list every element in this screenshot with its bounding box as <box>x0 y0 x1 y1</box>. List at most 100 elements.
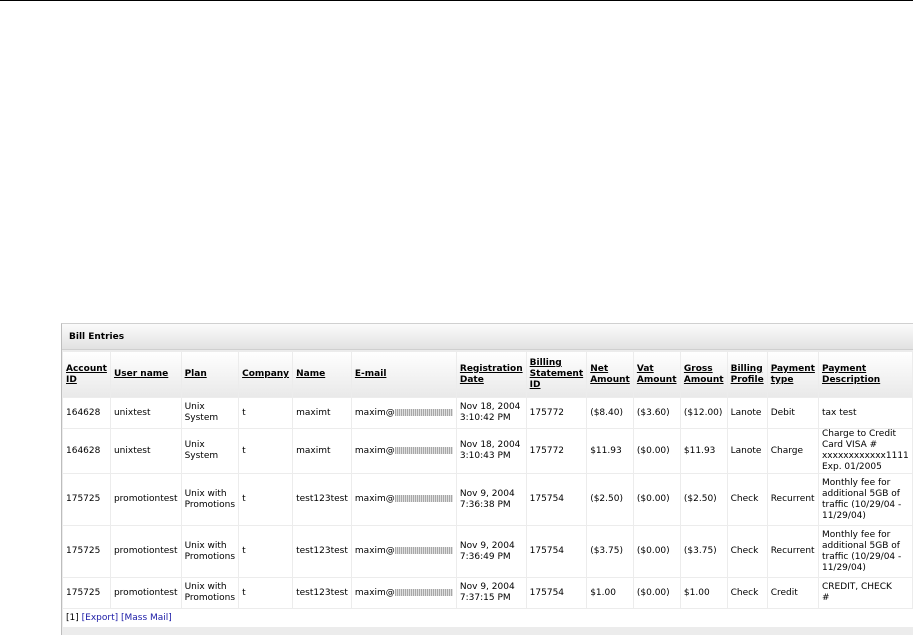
table-row[interactable]: 175725 promotiontest Unix with Promotions t t… <box>63 474 912 525</box>
registration-date-cell: Nov 18, 2004 3:10:43 PM <box>456 429 526 473</box>
cell-line: Nov 18, 2004 <box>459 402 521 412</box>
payment-type-cell: Recurrent <box>767 474 818 525</box>
table-row[interactable]: 175725 promotiontest Unix with Promotions t t… <box>63 578 912 608</box>
name-cell: test123test <box>293 526 351 577</box>
mass-mail-link[interactable]: [Mass Mail] <box>121 613 172 623</box>
cell-line: 11/29/04) <box>821 562 866 573</box>
header-label: Amount <box>590 374 630 385</box>
statement-id-cell: 175754 <box>526 526 587 577</box>
panel-title: Bill Entries <box>62 324 913 350</box>
billing-profile-cell: Lanote <box>727 398 767 428</box>
table-row[interactable]: 164628 unixtest Unix System t maximt maxim@ Nov… <box>63 429 912 473</box>
gross-amount-cell: ($3.75) <box>680 526 727 577</box>
cell-line: Unix <box>184 402 205 412</box>
plan-cell: Unix System <box>181 398 239 428</box>
user-name-cell: promotiontest <box>110 526 181 577</box>
col-plan-header[interactable]: Plan <box>181 352 239 397</box>
email-cell: maxim@ <box>351 474 456 525</box>
payment-description-cell: Monthly fee for additional 5GB of traffic … <box>818 526 912 577</box>
plan-cell: Unix with Promotions <box>181 578 239 608</box>
header-label: Description <box>821 374 881 385</box>
plan-cell: Unix with Promotions <box>181 474 239 525</box>
cell-line: 3:10:42 PM <box>459 413 511 423</box>
bill-entries-panel: Bill Entries Account ID User name Plan Compa… <box>61 323 913 635</box>
gross-amount-cell: $11.93 <box>680 429 727 473</box>
cell-line: Unix with <box>184 582 227 592</box>
col-payment-type-header[interactable]: Payment type <box>767 352 818 397</box>
col-account-id-header[interactable]: Account ID <box>63 352 110 397</box>
statement-id-cell: 175754 <box>526 578 587 608</box>
header-label: Vat <box>636 363 654 374</box>
email-cell: maxim@ <box>351 398 456 428</box>
payment-type-cell: Charge <box>767 429 818 473</box>
statement-id-cell: 175772 <box>526 429 587 473</box>
registration-date-cell: Nov 9, 2004 7:37:15 PM <box>456 578 526 608</box>
col-registration-date-header[interactable]: Registration Date <box>456 352 526 397</box>
col-vat-amount-header[interactable]: Vat Amount <box>633 352 680 397</box>
company-cell: t <box>239 398 293 428</box>
email-prefix: maxim@ <box>354 494 395 504</box>
col-gross-amount-header[interactable]: Gross Amount <box>680 352 727 397</box>
payment-description-cell: tax test <box>818 398 912 428</box>
statement-id-cell: 175754 <box>526 474 587 525</box>
col-user-name-header[interactable]: User name <box>110 352 181 397</box>
bill-entries-table: Account ID User name Plan Company Name E-mail R… <box>62 351 913 609</box>
plan-cell: Unix with Promotions <box>181 526 239 577</box>
col-email-header[interactable]: E-mail <box>351 352 456 397</box>
cell-line: Card VISA # <box>821 440 878 450</box>
billing-profile-cell: Lanote <box>727 429 767 473</box>
company-cell: t <box>239 526 293 577</box>
cell-line: 7:36:38 PM <box>459 499 511 510</box>
cell-line: Unix with <box>184 488 227 499</box>
payment-description-cell: CREDIT, CHECK # <box>818 578 912 608</box>
cell-line: traffic (10/29/04 - <box>821 499 902 510</box>
export-link[interactable]: [Export] <box>82 613 118 623</box>
table-row[interactable]: 164628 unixtest Unix System t maximt maxim@ Nov… <box>63 398 912 428</box>
header-label: Payment <box>821 363 867 374</box>
table-row[interactable]: 175725 promotiontest Unix with Promotions t t… <box>63 526 912 577</box>
cell-line: Monthly fee for <box>821 477 891 488</box>
company-cell: t <box>239 474 293 525</box>
header-label: Billing <box>730 363 763 374</box>
header-label: E-mail <box>354 369 387 379</box>
col-billing-statement-id-header[interactable]: Billing Statement ID <box>526 352 587 397</box>
cell-line: Promotions <box>184 593 236 603</box>
registration-date-cell: Nov 9, 2004 7:36:49 PM <box>456 526 526 577</box>
vat-amount-cell: ($0.00) <box>633 578 680 608</box>
col-company-header[interactable]: Company <box>239 352 293 397</box>
registration-date-cell: Nov 18, 2004 3:10:42 PM <box>456 398 526 428</box>
redacted-email-mask <box>394 408 453 416</box>
col-name-header[interactable]: Name <box>293 352 351 397</box>
header-label: Net <box>590 363 609 374</box>
cell-line: Monthly fee for <box>821 529 891 540</box>
payment-type-cell: Debit <box>767 398 818 428</box>
vat-amount-cell: ($0.00) <box>633 474 680 525</box>
cell-line: 7:36:49 PM <box>459 551 511 562</box>
cell-line: xxxxxxxxxxxx1111 <box>821 451 909 461</box>
cell-line: additional 5GB of <box>821 488 900 499</box>
net-amount-cell: ($8.40) <box>587 398 633 428</box>
name-cell: maximt <box>293 398 351 428</box>
header-label: Name <box>296 369 326 379</box>
cell-line: Promotions <box>184 551 236 562</box>
cell-line: Charge to Credit <box>821 429 897 439</box>
cell-line: CREDIT, CHECK <box>821 582 892 592</box>
header-label: Payment <box>770 363 815 374</box>
net-amount-cell: $1.00 <box>587 578 633 608</box>
user-name-cell: promotiontest <box>110 474 181 525</box>
header-row: Account ID User name Plan Company Name E-mail R… <box>63 352 912 397</box>
cell-line: Nov 9, 2004 <box>459 488 515 499</box>
col-billing-profile-header[interactable]: Billing Profile <box>727 352 767 397</box>
cell-line: Exp. 01/2005 <box>821 462 882 472</box>
net-amount-cell: ($3.75) <box>587 526 633 577</box>
col-payment-description-header[interactable]: Payment Description <box>818 352 912 397</box>
email-cell: maxim@ <box>351 578 456 608</box>
cell-line: traffic (10/29/04 - <box>821 551 902 562</box>
cell-line: Nov 9, 2004 <box>459 540 515 551</box>
header-label: Company <box>242 369 290 379</box>
account-id-cell: 175725 <box>63 474 110 525</box>
header-label: ID <box>529 380 541 390</box>
header-label: ID <box>66 374 77 385</box>
col-net-amount-header[interactable]: Net Amount <box>587 352 633 397</box>
cell-line: Nov 9, 2004 <box>459 582 515 592</box>
